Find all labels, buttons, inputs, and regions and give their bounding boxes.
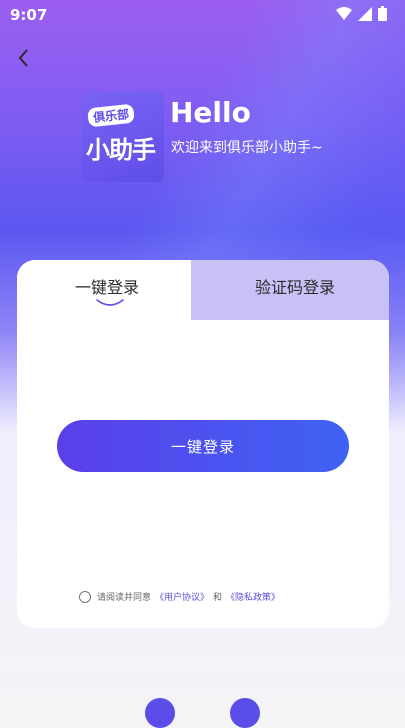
qq-login-icon[interactable] xyxy=(230,698,260,728)
battery-icon xyxy=(378,6,387,21)
wifi-icon xyxy=(336,6,352,20)
tab-sms-login-label[interactable]: 验证码登录 xyxy=(255,274,335,298)
status-icons xyxy=(336,6,387,21)
back-button[interactable] xyxy=(12,44,36,72)
status-bar: 9:07 xyxy=(0,0,405,32)
agree-radio[interactable] xyxy=(79,590,91,603)
tab-active-indicator xyxy=(96,299,124,306)
hello-heading: Hello xyxy=(170,96,251,129)
login-card: 一键登录 验证码登录 一键登录 请阅读并同意 《用户协议》 和 《隐私政策》 xyxy=(17,260,389,628)
logo-title: 小助手 xyxy=(86,136,156,164)
agreement-prefix: 请阅读并同意 xyxy=(97,593,152,603)
agreement-and: 和 xyxy=(213,593,223,603)
welcome-text: 欢迎来到俱乐部小助手~ xyxy=(171,140,323,156)
user-agreement-link[interactable]: 《用户协议》 xyxy=(155,590,209,603)
back-arrow-icon xyxy=(18,49,28,67)
tab-curve xyxy=(197,260,237,320)
logo-tag: 俱乐部 xyxy=(87,103,135,128)
tab-one-click-login[interactable]: 一键登录 xyxy=(75,274,139,298)
card-body xyxy=(17,320,389,628)
status-time: 9:07 xyxy=(10,6,48,24)
signal-icon xyxy=(358,6,372,21)
privacy-policy-link[interactable]: 《隐私政策》 xyxy=(226,590,280,603)
app-logo: 俱乐部 小助手 xyxy=(82,92,164,182)
one-click-login-button[interactable]: 一键登录 xyxy=(57,420,349,472)
agreement-row: 请阅读并同意 《用户协议》 和 《隐私政策》 xyxy=(79,590,284,603)
wechat-login-icon[interactable] xyxy=(145,698,175,728)
